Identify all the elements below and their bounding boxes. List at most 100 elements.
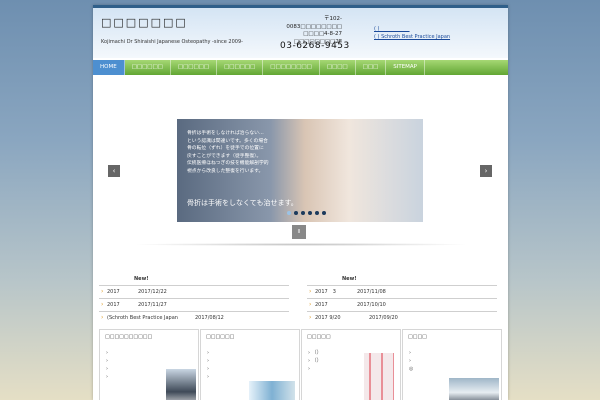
list-item[interactable]: ◎ [409,365,413,373]
doctor-photo [166,369,196,400]
list-item[interactable]: › （） [308,357,322,365]
list-item[interactable]: › [106,373,108,381]
slider-prev-arrow[interactable]: ‹ [108,165,120,177]
phone-number: 03-6268-9453 [280,41,350,51]
page-container: □□□□□□□ Kojimachi Dr Shiraishi Japanese … [93,5,508,400]
slider-dot[interactable] [301,211,305,215]
nav-sitemap[interactable]: SITEMAP [386,60,425,75]
chevron-right-icon: › [101,301,104,308]
site-title[interactable]: □□□□□□□ [101,16,188,29]
news-row[interactable]: › 2017 9/20 2017/09/20 [307,311,497,324]
info-box-title[interactable]: □□□□□ [302,330,400,344]
clinic-photo [249,381,295,400]
list-item[interactable]: › [207,373,209,381]
site-subtitle: Kojimachi Dr Shiraishi Japanese Osteopat… [101,39,243,45]
info-box: □□□□□□□□□□ › › › › [99,329,199,400]
list-item[interactable]: › [106,349,108,357]
news-row[interactable]: › 2017 2017/12/22 [99,285,289,298]
slide-caption: 骨折は手術をしなくても治せます。 [187,199,298,207]
info-boxes: □□□□□□□□□□ › › › › □□□□□□ › › › › □□□□□ [99,329,502,400]
chevron-right-icon: › [101,314,104,321]
news-title[interactable]: 2017 [107,286,120,298]
news-title[interactable]: (Schroth Best Practice Japan [107,312,178,324]
news-title[interactable]: 2017 [315,299,328,311]
list-item[interactable]: › [207,365,209,373]
slide-line: 骨の転位（ずれ）を徒手での位置に [187,146,264,152]
list-item[interactable]: › [207,349,209,357]
news-row[interactable]: › (Schroth Best Practice Japan 2017/08/1… [99,311,289,324]
header-link-clinic[interactable]: ( )____________ [374,25,450,33]
chevron-right-icon: › [101,288,104,295]
slide-line: という認識は間違いです。多くの場合 [187,138,268,144]
slider-pause-button[interactable]: II [292,225,306,239]
address-line: 〒102-0083□□□□□□□□ [286,16,342,30]
news-date: 2017/11/27 [138,302,167,308]
slider-dot[interactable] [287,211,291,215]
slide-line: 視点から改良した整復を行います。 [187,168,264,174]
site-header: □□□□□□□ Kojimachi Dr Shiraishi Japanese … [93,8,508,58]
header-link-schroth[interactable]: ( ) Schroth Best Practice Japan [374,33,450,41]
slide-text: 骨折は手術をしなければ治らない… という認識は間違いです。多くの場合 骨の転位（… [187,130,311,176]
slider-dot[interactable] [294,211,298,215]
address-line: □□□□4-8-27 [303,31,342,37]
info-box: □□□□□□ › › › › [200,329,300,400]
info-box-list: › › ◎ [409,349,413,373]
info-box-title[interactable]: □□□□ [403,330,501,344]
news-section: New! › 2017 2017/12/22 › 2017 2017/11/27… [99,276,502,326]
news-date: 2017/08/12 [195,315,224,321]
nav-item-5[interactable]: □□□□ [320,60,356,75]
main-nav: HOME □□□□□□ □□□□□□ □□□□□□ □□□□□□□□ □□□□ … [93,60,508,75]
list-item[interactable]: › [106,365,108,373]
nav-item-1[interactable]: □□□□□□ [125,60,171,75]
list-item[interactable]: › [409,349,413,357]
slider-dot[interactable] [322,211,326,215]
nav-home[interactable]: HOME [93,60,125,75]
list-item[interactable]: › [207,357,209,365]
news-date: 2017/12/22 [138,289,167,295]
news-new-label: New! [342,276,357,282]
news-row[interactable]: › 2017 2017/11/27 [99,298,289,311]
news-date: 2017/10/10 [357,302,386,308]
news-date: 2017/09/20 [369,315,398,321]
slide-line: 戻すことができます（徒手整復）。 [187,153,262,159]
news-row[interactable]: › 2017 2017/10/10 [307,298,497,311]
hero-slider: ‹ 骨折は手術をしなければ治らない… という認識は間違いです。多くの場合 骨の転… [93,75,508,260]
info-box: □□□□ › › ◎ [402,329,502,400]
news-title[interactable]: 2017 9/20 [315,312,341,324]
list-item[interactable]: › [409,357,413,365]
news-title[interactable]: 2017 [107,299,120,311]
chevron-right-icon: › [309,288,312,295]
slider-next-arrow[interactable]: › [480,165,492,177]
slide-image[interactable]: 骨折は手術をしなければ治らない… という認識は間違いです。多くの場合 骨の転位（… [177,119,423,222]
news-column-right: New! › 2017 3 2017/11/08 › 2017 2017/10/… [307,276,497,324]
nav-item-6[interactable]: □□□ [356,60,387,75]
list-item[interactable]: › [106,357,108,365]
anatomy-figure-image [364,353,394,400]
chevron-right-icon: › [309,314,312,321]
news-date: 2017/11/08 [357,289,386,295]
info-box-title[interactable]: □□□□□□□□□□ [100,330,198,344]
slider-dot[interactable] [308,211,312,215]
list-item[interactable]: › [308,365,322,373]
chevron-right-icon: › [309,301,312,308]
news-row[interactable]: › 2017 3 2017/11/08 [307,285,497,298]
news-new-label: New! [134,276,149,282]
slide-line: 骨折は手術をしなければ治らない… [187,131,264,136]
info-box: □□□□□ › （） › （） › [301,329,401,400]
slider-dot[interactable] [315,211,319,215]
slider-shadow [131,243,471,246]
info-box-list: › › › › [106,349,108,381]
news-title[interactable]: 2017 3 [315,286,336,298]
slider-dots [287,211,326,215]
nav-item-3[interactable]: □□□□□□ [217,60,264,75]
header-links: ( )____________ ( ) Schroth Best Practic… [374,25,450,41]
list-item[interactable]: › （） [308,349,322,357]
nav-item-4[interactable]: □□□□□□□□ [263,60,320,75]
nav-item-2[interactable]: □□□□□□ [171,60,218,75]
news-column-left: New! › 2017 2017/12/22 › 2017 2017/11/27… [99,276,289,324]
info-box-list: › （） › （） › [308,349,322,373]
info-box-title[interactable]: □□□□□□ [201,330,299,344]
staff-group-photo [449,378,499,400]
slide-line: 伝統医療ほねつぎの技を機能解剖学的 [187,161,269,167]
info-box-list: › › › › [207,349,209,381]
